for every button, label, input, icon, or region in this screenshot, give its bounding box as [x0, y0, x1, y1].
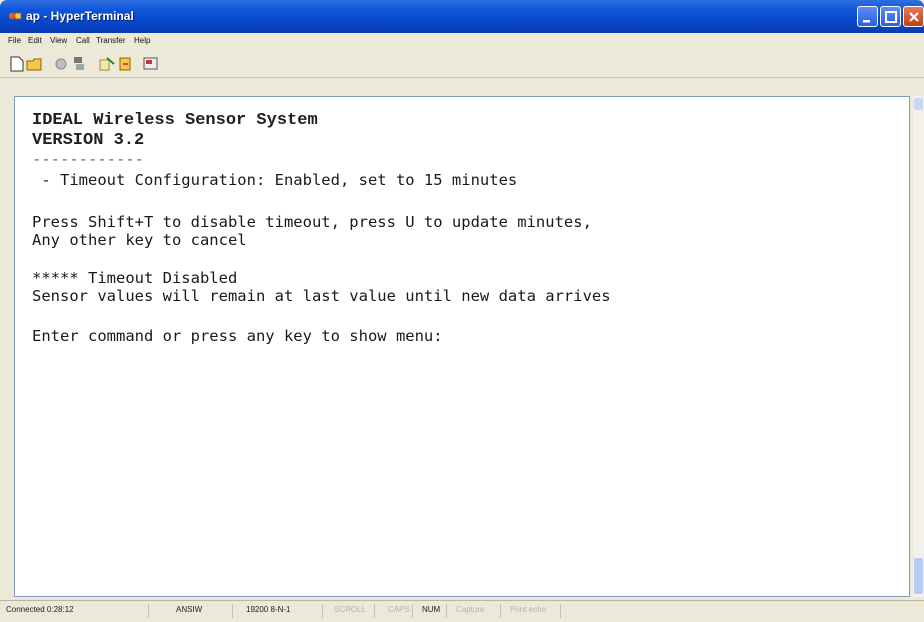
terminal-line: Press Shift+T to disable timeout, press …: [32, 213, 592, 231]
close-button[interactable]: [903, 6, 924, 27]
new-icon[interactable]: [8, 55, 26, 73]
terminal-line: ***** Timeout Disabled: [32, 269, 238, 287]
capture-status: Capture: [456, 605, 485, 614]
terminal-line: VERSION 3.2: [32, 131, 145, 150]
menu-help[interactable]: Help: [134, 36, 150, 45]
terminal-line: IDEAL Wireless Sensor System: [32, 111, 318, 130]
print-echo-status: Print echo: [510, 605, 547, 614]
maximize-button[interactable]: [880, 6, 901, 27]
maximize-icon: [885, 11, 897, 23]
send-icon[interactable]: [98, 55, 116, 73]
call-icon[interactable]: [52, 55, 70, 73]
scroll-down-button[interactable]: [914, 558, 923, 594]
terminal-line: Enter command or press any key to show m…: [32, 327, 443, 345]
minimize-button[interactable]: [857, 6, 878, 27]
menu-transfer[interactable]: Transfer: [96, 36, 126, 45]
open-icon[interactable]: [26, 55, 44, 73]
title-bar[interactable]: ap - HyperTerminal: [0, 0, 924, 33]
terminal-line: ------------: [32, 150, 144, 168]
receive-icon[interactable]: [116, 55, 134, 73]
port-settings-status: 19200 8-N-1: [246, 605, 291, 614]
hyperterminal-icon: [8, 12, 22, 20]
menu-file[interactable]: File: [8, 36, 21, 45]
connection-status: Connected 0:28:12: [6, 605, 74, 614]
terminal-line: - Timeout Configuration: Enabled, set to…: [32, 171, 518, 189]
caps-lock-status: CAPS: [388, 605, 410, 614]
toolbar: [0, 51, 924, 78]
close-icon: [909, 12, 919, 22]
emulation-status: ANSIW: [176, 605, 203, 614]
status-bar: Connected 0:28:12 ANSIW 19200 8-N-1 SCRO…: [0, 600, 924, 622]
menu-view[interactable]: View: [50, 36, 67, 45]
scroll-up-button[interactable]: [914, 98, 923, 110]
window-title: ap - HyperTerminal: [26, 9, 134, 23]
num-lock-status: NUM: [422, 605, 441, 614]
terminal-line: Sensor values will remain at last value …: [32, 287, 611, 305]
menu-call[interactable]: Call: [76, 36, 90, 45]
vertical-scrollbar[interactable]: [913, 96, 924, 597]
terminal-line: Any other key to cancel: [32, 231, 247, 249]
menu-edit[interactable]: Edit: [28, 36, 42, 45]
menu-bar: File Edit View Call Transfer Help: [0, 33, 924, 51]
properties-icon[interactable]: [142, 55, 160, 73]
disconnect-icon[interactable]: [70, 55, 88, 73]
scroll-lock-status: SCROLL: [334, 605, 367, 614]
minimize-icon: [863, 20, 870, 23]
